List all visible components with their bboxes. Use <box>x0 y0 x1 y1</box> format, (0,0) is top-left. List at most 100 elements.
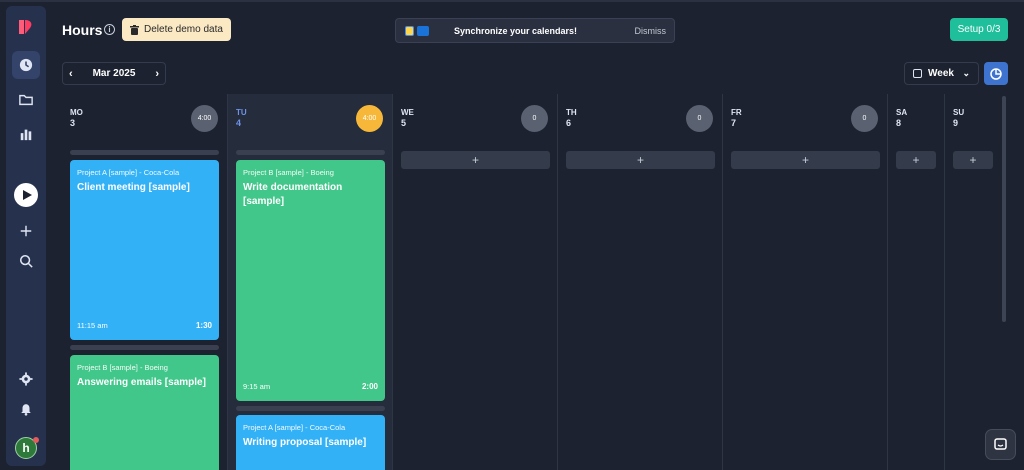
info-icon[interactable]: i <box>104 24 115 35</box>
add-entry-day-button[interactable]: + <box>731 151 880 169</box>
entry-project: Project B [sample] - Boeing <box>243 168 334 177</box>
day-abbr: TU <box>236 108 247 117</box>
day-abbr: FR <box>731 108 742 117</box>
view-select-label: Week <box>928 68 954 79</box>
plus-icon <box>20 225 32 237</box>
dismiss-button[interactable]: Dismiss <box>635 26 667 36</box>
add-entry-day-button[interactable]: + <box>566 151 715 169</box>
sync-calendars-banner: Synchronize your calendars! Dismiss <box>395 18 675 43</box>
day-abbr: SA <box>896 108 908 117</box>
sidebar: h <box>6 6 46 466</box>
time-entry-card[interactable]: Project A [sample] - Coca-Cola Client me… <box>70 160 219 340</box>
day-column-sun: SU 9 + <box>944 94 1002 470</box>
week-calendar: MO 3 4:00 Project A [sample] - Coca-Cola… <box>62 94 1008 470</box>
sidebar-item-reports[interactable] <box>12 120 40 148</box>
day-total-badge: 4:00 <box>356 105 383 132</box>
bar-chart-icon <box>20 129 32 141</box>
notifications-button[interactable] <box>12 395 40 423</box>
chevron-down-icon: ⌄ <box>962 68 970 78</box>
chat-icon <box>994 438 1007 450</box>
chevron-left-icon[interactable]: ‹ <box>69 68 73 80</box>
day-abbr: TH <box>566 108 577 117</box>
entry-title: Write documentation [sample] <box>243 182 343 207</box>
logo-icon[interactable] <box>17 18 35 36</box>
day-number: 9 <box>953 118 959 128</box>
bell-icon <box>21 404 31 416</box>
search-icon <box>19 254 33 268</box>
day-abbr: SU <box>953 108 965 117</box>
day-header: FR 7 <box>731 107 742 129</box>
play-icon <box>23 190 32 200</box>
sync-banner-text[interactable]: Synchronize your calendars! <box>454 26 577 36</box>
folder-icon <box>19 94 33 106</box>
setup-button[interactable]: Setup 0/3 <box>950 18 1008 41</box>
day-column-thu: TH 6 0 + <box>557 94 722 470</box>
day-abbr: WE <box>401 108 414 117</box>
day-number: 8 <box>896 118 902 128</box>
day-number: 3 <box>70 118 76 128</box>
entry-project: Project A [sample] - Coca-Cola <box>243 423 346 432</box>
add-entry-day-button[interactable]: + <box>401 151 550 169</box>
calendar-icon <box>913 69 922 78</box>
entry-title: Answering emails [sample] <box>77 377 206 388</box>
entry-project: Project B [sample] - Boeing <box>77 363 168 372</box>
app-root: h Hours i Delete demo data Synchronize y… <box>0 0 1024 470</box>
month-navigator: ‹ Mar 2025 › <box>62 62 166 85</box>
day-total-badge: 0 <box>521 105 548 132</box>
add-entry-day-button[interactable]: + <box>896 151 936 169</box>
day-column-wed: WE 5 0 + <box>392 94 557 470</box>
day-number: 4 <box>236 118 242 128</box>
trash-icon <box>130 24 139 35</box>
day-divider-bar <box>70 345 219 350</box>
add-entry-button[interactable] <box>12 217 40 245</box>
day-abbr: MO <box>70 108 83 117</box>
day-header: TU 4 <box>236 107 247 129</box>
day-number: 6 <box>566 118 572 128</box>
time-entry-card[interactable]: Project B [sample] - Boeing Write docume… <box>236 160 385 401</box>
add-entry-day-button[interactable]: + <box>953 151 993 169</box>
day-number: 7 <box>731 118 737 128</box>
start-timer-button[interactable] <box>14 183 38 207</box>
day-header: TH 6 <box>566 107 577 129</box>
pie-chart-icon <box>990 67 1002 80</box>
day-column-sat: SA 8 + <box>887 94 944 470</box>
avatar-status-dot <box>33 437 39 443</box>
clock-icon <box>19 58 33 72</box>
calendar-scrollbar[interactable] <box>1002 96 1006 322</box>
google-calendar-icon <box>405 26 414 36</box>
current-month: Mar 2025 <box>92 68 136 79</box>
support-chat-button[interactable] <box>985 429 1016 460</box>
gear-icon <box>19 372 33 386</box>
page-title: Hours <box>62 22 103 38</box>
top-border <box>0 0 1024 2</box>
entry-duration: 1:30 <box>195 321 212 330</box>
stats-toggle-button[interactable] <box>984 62 1008 85</box>
day-column-tue: TU 4 4:00 Project B [sample] - Boeing Wr… <box>227 94 392 470</box>
day-header: SA 8 <box>896 107 907 129</box>
day-header: SU 9 <box>953 107 964 129</box>
day-header: WE 5 <box>401 107 414 129</box>
day-total-badge: 0 <box>686 105 713 132</box>
entry-start-time: 11:15 am <box>77 321 108 330</box>
day-total-badge: 4:00 <box>191 105 218 132</box>
entry-start-time: 9:15 am <box>243 382 271 391</box>
sidebar-item-projects[interactable] <box>12 86 40 114</box>
time-entry-card[interactable]: Project A [sample] - Coca-Cola Writing p… <box>236 415 385 470</box>
delete-demo-data-button[interactable]: Delete demo data <box>122 18 231 41</box>
entry-title: Client meeting [sample] <box>77 182 190 193</box>
day-total-badge: 0 <box>851 105 878 132</box>
day-divider-bar <box>236 406 385 411</box>
day-number: 5 <box>401 118 407 128</box>
entry-project: Project A [sample] - Coca-Cola <box>77 168 180 177</box>
outlook-icon <box>417 26 429 36</box>
sidebar-item-hours[interactable] <box>12 51 40 79</box>
time-entry-card[interactable]: Project B [sample] - Boeing Answering em… <box>70 355 219 470</box>
search-button[interactable] <box>12 247 40 275</box>
day-column-fri: FR 7 0 + <box>722 94 887 470</box>
entry-duration: 2:00 <box>361 382 378 391</box>
chevron-right-icon[interactable]: › <box>155 68 159 80</box>
view-select[interactable]: Week ⌄ <box>904 62 979 85</box>
day-divider-bar <box>236 150 385 155</box>
settings-button[interactable] <box>12 365 40 393</box>
day-header: MO 3 <box>70 107 83 129</box>
